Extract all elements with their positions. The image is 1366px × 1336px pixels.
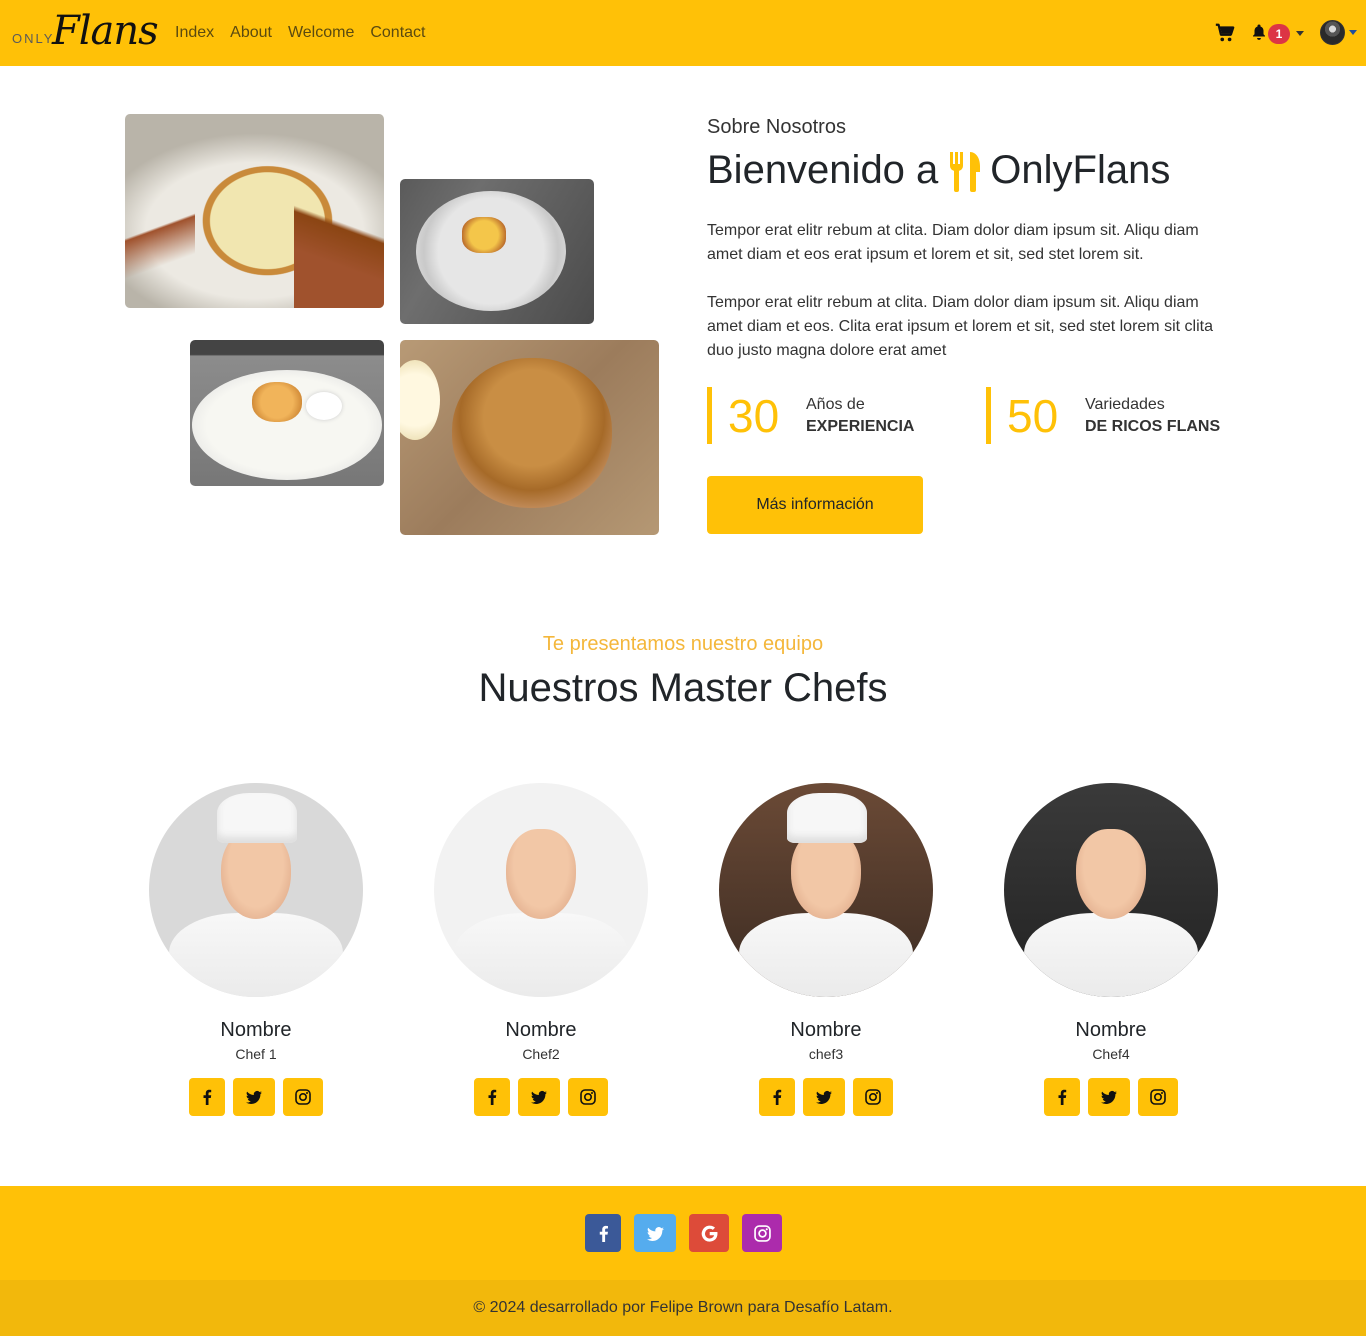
- twitter-icon[interactable]: [803, 1078, 845, 1116]
- nav-links: Index About Welcome Contact: [167, 22, 433, 44]
- footer: [0, 1186, 1366, 1280]
- cart-icon[interactable]: [1214, 22, 1236, 44]
- chef-role: Chef2: [522, 1046, 560, 1062]
- instagram-icon[interactable]: [568, 1078, 608, 1116]
- notifications-dropdown[interactable]: 1: [1250, 18, 1306, 48]
- team-title: Nuestros Master Chefs: [478, 666, 888, 710]
- chef-photo: [719, 783, 933, 997]
- stat-label: Variedades De ricos flans: [1085, 394, 1220, 438]
- nav-link-contact[interactable]: Contact: [362, 22, 433, 44]
- twitter-icon[interactable]: [233, 1078, 275, 1116]
- utensils-icon: [950, 151, 981, 192]
- stat-label-bold: Experiencia: [806, 417, 915, 435]
- chef-photo: [1004, 783, 1218, 997]
- notification-badge: 1: [1268, 24, 1290, 44]
- stat-experience: 30 Años de Experiencia: [707, 387, 977, 444]
- about-title-brand: OnlyFlans: [990, 148, 1171, 192]
- about-subtitle: Sobre Nosotros: [707, 116, 846, 138]
- avatar: [1320, 20, 1345, 45]
- chef-card: Nombre Chef4: [1004, 783, 1218, 1116]
- user-menu[interactable]: [1320, 18, 1357, 48]
- chef-photo: [434, 783, 648, 997]
- chef-card: Nombre chef3: [719, 783, 933, 1116]
- chevron-down-icon: [1349, 30, 1357, 35]
- brand-small-text: ONLY: [12, 31, 55, 46]
- twitter-icon[interactable]: [634, 1214, 676, 1252]
- flan-photo-4: [400, 340, 659, 535]
- brand-logo[interactable]: ONLY Flans: [12, 8, 159, 54]
- navbar: ONLY Flans Index About Welcome Contact 1: [0, 0, 1366, 66]
- about-title: Bienvenido a OnlyFlans: [707, 148, 1170, 193]
- nav-actions: 1: [1214, 18, 1357, 48]
- chef-card: Nombre Chef 1: [149, 783, 363, 1116]
- chef-role: chef3: [808, 1046, 844, 1062]
- instagram-icon[interactable]: [1138, 1078, 1178, 1116]
- copyright: © 2024 desarrollado por Felipe Brown par…: [0, 1280, 1366, 1336]
- google-icon[interactable]: [689, 1214, 729, 1252]
- about-paragraph-2: Tempor erat elitr rebum at clita. Diam d…: [707, 294, 1213, 359]
- chef-name: Nombre: [1075, 1019, 1147, 1041]
- more-info-button[interactable]: Más información: [707, 476, 923, 534]
- about-title-prefix: Bienvenido a: [707, 148, 939, 192]
- footer-socials: [585, 1214, 782, 1252]
- facebook-icon[interactable]: [189, 1078, 225, 1116]
- about-paragraph-1: Tempor erat elitr rebum at clita. Diam d…: [707, 222, 1199, 263]
- twitter-icon[interactable]: [518, 1078, 560, 1116]
- instagram-icon[interactable]: [853, 1078, 893, 1116]
- chef-name: Nombre: [220, 1019, 292, 1041]
- chef-socials: [719, 1078, 933, 1116]
- chef-socials: [434, 1078, 648, 1116]
- chef-card: Nombre Chef2: [434, 783, 648, 1116]
- team-subtitle: Te presentamos nuestro equipo: [542, 633, 824, 655]
- facebook-icon[interactable]: [759, 1078, 795, 1116]
- nav-link-welcome[interactable]: Welcome: [280, 22, 362, 44]
- facebook-icon[interactable]: [1044, 1078, 1080, 1116]
- stat-varieties: 50 Variedades De ricos flans: [986, 387, 1256, 444]
- instagram-icon[interactable]: [742, 1214, 782, 1252]
- flan-photo-1: [125, 114, 384, 308]
- nav-link-index[interactable]: Index: [167, 22, 222, 44]
- brand-script-text: Flans: [52, 8, 159, 54]
- chef-socials: [1004, 1078, 1218, 1116]
- chef-role: Chef4: [1092, 1046, 1130, 1062]
- instagram-icon[interactable]: [283, 1078, 323, 1116]
- stat-label-top: Años de: [806, 395, 865, 413]
- stat-label: Años de Experiencia: [806, 394, 914, 438]
- chef-socials: [149, 1078, 363, 1116]
- flan-photo-2: [400, 179, 594, 324]
- chef-photo: [149, 783, 363, 997]
- flan-photo-3: [190, 340, 384, 486]
- facebook-icon[interactable]: [585, 1214, 621, 1252]
- stat-label-bold: De ricos flans: [1085, 417, 1221, 435]
- chevron-down-icon: [1296, 31, 1304, 36]
- stat-label-top: Variedades: [1085, 395, 1165, 413]
- chef-name: Nombre: [790, 1019, 862, 1041]
- nav-link-about[interactable]: About: [222, 22, 280, 44]
- facebook-icon[interactable]: [474, 1078, 510, 1116]
- twitter-icon[interactable]: [1088, 1078, 1130, 1116]
- stat-number: 50: [1007, 389, 1059, 442]
- chef-role: Chef 1: [235, 1046, 277, 1062]
- bell-icon: [1253, 24, 1265, 40]
- chef-name: Nombre: [505, 1019, 577, 1041]
- stat-number: 30: [728, 389, 780, 442]
